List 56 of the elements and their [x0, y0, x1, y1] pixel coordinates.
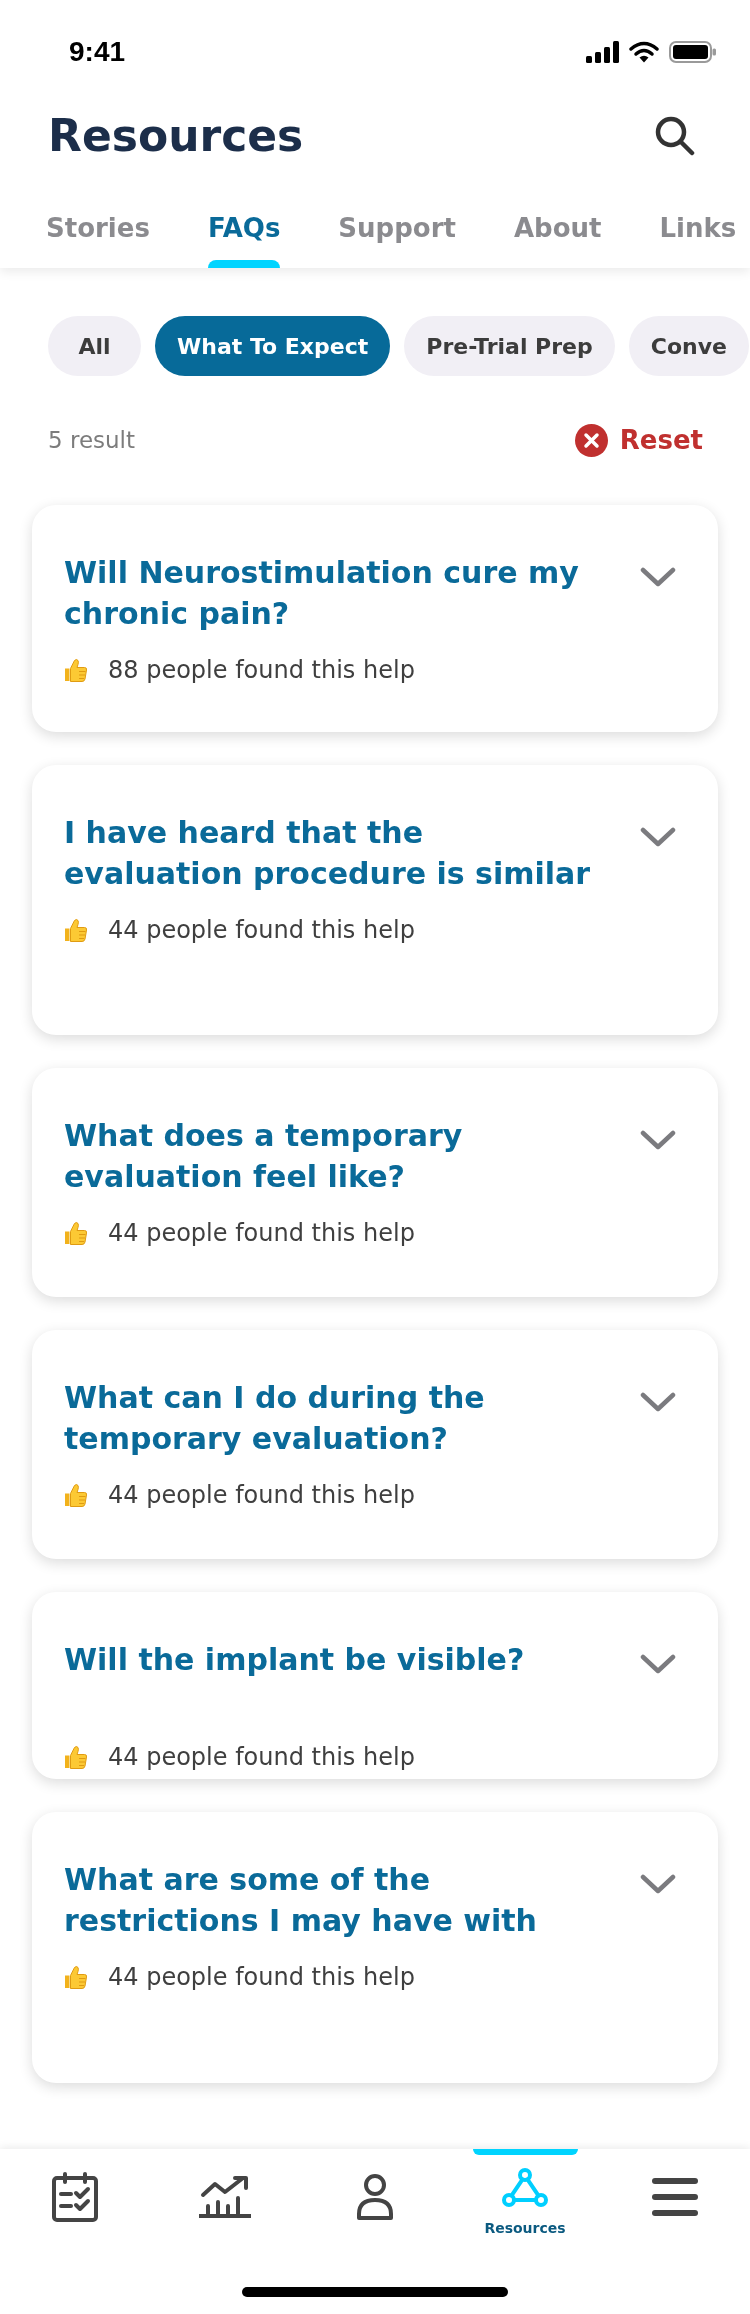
faq-card[interactable]: I have heard that the evaluation procedure is similar 44 people found this help — [32, 765, 718, 1035]
faq-card[interactable]: Will Neurostimulation cure my chronic pain? 88 people found this help — [32, 505, 718, 732]
thumbs-up-icon — [64, 918, 87, 942]
menu-icon — [652, 2178, 698, 2216]
faq-question: What does a temporary evaluation feel like? — [64, 1117, 464, 1196]
nav-button[interactable] — [356, 2174, 394, 2220]
nav-button[interactable]: Resources — [484, 2168, 566, 2237]
helpful-count: 44 people found this help — [108, 1742, 415, 1772]
faq-card[interactable]: What does a temporary evaluation feel like? 44 people found this help — [32, 1068, 718, 1297]
chevron-icon[interactable] — [640, 827, 676, 847]
battery-icon — [669, 41, 716, 63]
chevron-icon[interactable] — [640, 1130, 676, 1150]
wifi-icon — [629, 41, 659, 63]
faq-question: What can I do during the temporary evaluation? — [64, 1379, 486, 1458]
filter-chip[interactable]: Conve — [628, 316, 749, 376]
signal-icon — [586, 41, 619, 63]
thumbs-up-icon — [64, 1221, 87, 1245]
result-count: 5 result — [48, 426, 135, 455]
chevron-icon[interactable] — [640, 1654, 676, 1674]
filter-chip[interactable]: All — [48, 316, 141, 376]
helpful-count: 44 people found this help — [108, 1480, 415, 1510]
nav-button[interactable] — [52, 2172, 98, 2222]
chevron-icon[interactable] — [640, 1874, 676, 1894]
faq-card[interactable]: Will the implant be visible? 44 people found this help — [32, 1592, 718, 1779]
helpful-count: 44 people found this help — [108, 915, 415, 945]
thumbs-up-icon — [64, 1745, 87, 1769]
tab[interactable]: FAQs — [207, 212, 281, 268]
network-icon — [502, 2168, 548, 2208]
filter-chip[interactable]: Pre-Trial Prep — [404, 316, 615, 376]
chevron-icon[interactable] — [640, 567, 676, 587]
search-icon — [655, 116, 695, 156]
close-circle-icon — [574, 423, 608, 457]
helpful-count: 44 people found this help — [108, 1962, 415, 1992]
page-title: Resources — [48, 110, 304, 162]
person-icon — [356, 2174, 394, 2220]
status-time: 9:41 — [69, 35, 126, 69]
helpful-count: 44 people found this help — [108, 1218, 415, 1248]
reset-button[interactable]: Reset — [574, 423, 703, 457]
nav-label: Resources — [484, 2219, 566, 2237]
nav-button[interactable] — [199, 2175, 251, 2219]
chevron-icon[interactable] — [640, 1392, 676, 1412]
helpful-count: 88 people found this help — [108, 655, 415, 685]
thumbs-up-icon — [64, 1965, 87, 1989]
faq-question: Will Neurostimulation cure my chronic pain? — [64, 554, 580, 633]
calendar-check-icon — [52, 2172, 98, 2222]
chart-icon — [199, 2175, 251, 2219]
filter-chip[interactable]: What To Expect — [155, 316, 391, 376]
thumbs-up-icon — [64, 658, 87, 682]
faq-card[interactable]: What are some of the restrictions I may have with 44 people found this help — [32, 1812, 718, 2083]
thumbs-up-icon — [64, 1483, 87, 1507]
faq-question: Will the implant be visible? — [64, 1641, 526, 1679]
faq-card[interactable]: What can I do during the temporary evaluation? 44 people found this help — [32, 1330, 718, 1559]
search-button[interactable] — [655, 116, 695, 156]
faq-question: What are some of the restrictions I may have with — [64, 1861, 538, 1940]
faq-question: I have heard that the evaluation procedure is similar — [64, 814, 592, 893]
nav-button[interactable] — [652, 2178, 698, 2216]
